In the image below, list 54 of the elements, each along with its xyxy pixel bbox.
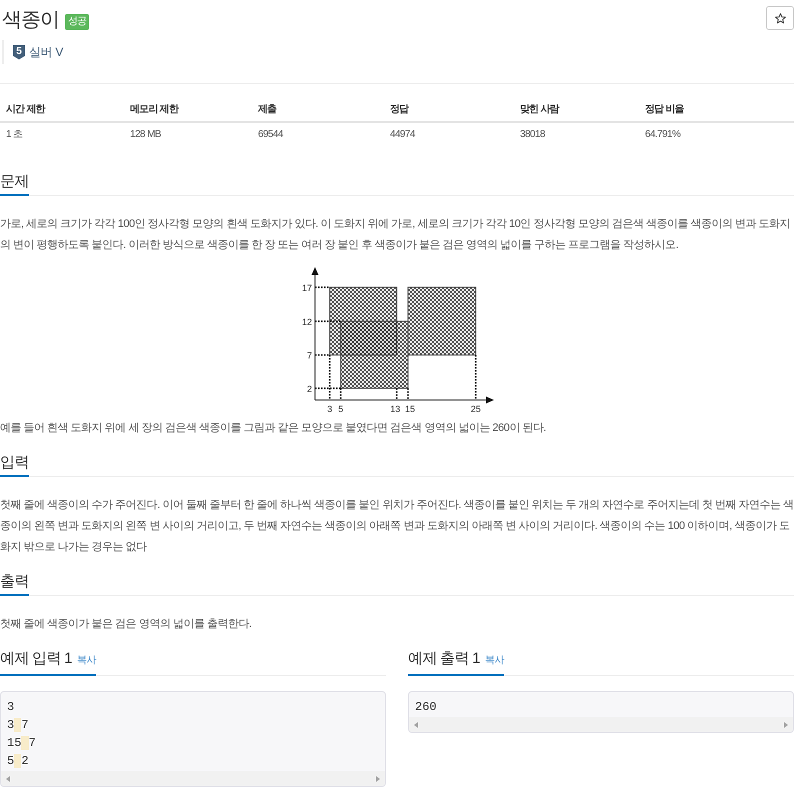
dotted-guide-line	[396, 388, 398, 400]
tier-label: 실버 V	[29, 44, 64, 60]
description-text: 첫째 줄에 색종이의 수가 주어진다. 이어 둘째 줄부터 한 줄에 하나씩 색종이를 붙인 위치가 주어진다. 색종이를 붙인 위치는 두 개의 자연수로 주어지는데 첫 번째 자연수는 색종이의 왼쪽 변과 도화지의 왼쪽 변 사이의 거리이고, 두 번째 자연수는 색종이의 아래쪽 변과 도화지의 아래쪽 변 사이의 거리이다. 색종이의 수는 100 이하이며, 색종이가 도화지 밖으로 나가는 경우는 없다	[0, 498, 794, 555]
column-header: 맞힌 사람	[514, 98, 639, 122]
description-text: 첫째 줄에 색종이가 붙은 검은 영역의 넓이를 출력한다.	[0, 617, 252, 632]
hatched-square	[408, 286, 476, 356]
tick-label: 2	[306, 384, 312, 394]
table-cell: 69544	[252, 122, 384, 146]
code-line: 5 2	[7, 753, 29, 770]
dotted-guide-line	[474, 355, 476, 400]
column-header: 메모리 제한	[124, 98, 252, 122]
table-cell: 38018	[514, 122, 639, 146]
tick-label: 13	[390, 404, 400, 414]
tick-label: 7	[306, 350, 312, 360]
example-title: 예제 출력 1	[408, 649, 480, 669]
column-header: 제출	[252, 98, 384, 122]
description-text: 가로, 세로의 크기가 각각 100인 정사각형 모양의 흰색 도화지가 있다. 이 도화지 위에 가로, 세로의 크기가 각각 10인 정사각형 모양의 검은색 색종이를 색종이의 변과 도화지의 변이 평행하도록 붙인다. 이러한 방식으로 색종이를 한 장 또는 여러 장 붙인 후 색종이가 붙은 검은 영역의 넓이를 구하는 프로그램을 작성하시오.	[0, 217, 792, 253]
tick-label: 3	[327, 404, 332, 414]
section-title: 문제	[0, 170, 29, 196]
scroll-right-icon[interactable]	[376, 776, 380, 782]
dotted-guide-line	[315, 286, 330, 288]
table-cell: 128 MB	[124, 122, 252, 146]
status-badge: 성공	[65, 14, 89, 30]
description-text: 예를 들어 흰색 도화지 위에 세 장의 검은색 색종이를 그림과 같은 모양으로 붙였다면 검은색 영역의 넓이는 260이 된다.	[0, 421, 547, 436]
scroll-right-icon[interactable]	[784, 722, 788, 728]
scroll-left-icon[interactable]	[6, 776, 10, 782]
tick-label: 17	[302, 282, 312, 293]
favorite-button[interactable]	[766, 6, 794, 30]
tick-label: 25	[470, 404, 481, 414]
section-title: 출력	[0, 570, 29, 596]
copy-link[interactable]: 복사	[76, 653, 96, 668]
code-line: 15 7	[7, 735, 36, 752]
dotted-guide-line	[407, 388, 409, 400]
column-header: 정답	[384, 98, 514, 122]
example-title: 예제 입력 1	[0, 649, 72, 669]
code-line: 260	[415, 699, 437, 716]
tick-label: 15	[405, 404, 415, 414]
tier-badge: 5	[13, 44, 25, 60]
table-cell: 44974	[384, 122, 514, 146]
tick-label: 5	[338, 404, 344, 414]
problem-title: 색종이	[2, 8, 59, 32]
tick-label: 12	[302, 316, 312, 327]
column-header: 정답 비율	[639, 98, 794, 122]
section-title: 입력	[0, 451, 29, 477]
scroll-left-icon[interactable]	[414, 722, 418, 728]
dotted-guide-line	[315, 320, 341, 322]
table-cell: 64.791%	[639, 122, 794, 146]
copy-link[interactable]: 복사	[484, 653, 504, 668]
column-header: 시간 제한	[0, 98, 124, 122]
hatched-square	[340, 320, 408, 389]
star-icon	[774, 12, 786, 24]
code-line: 3 7	[7, 717, 29, 734]
code-line: 3	[7, 699, 14, 716]
table-cell: 1 초	[0, 122, 124, 146]
